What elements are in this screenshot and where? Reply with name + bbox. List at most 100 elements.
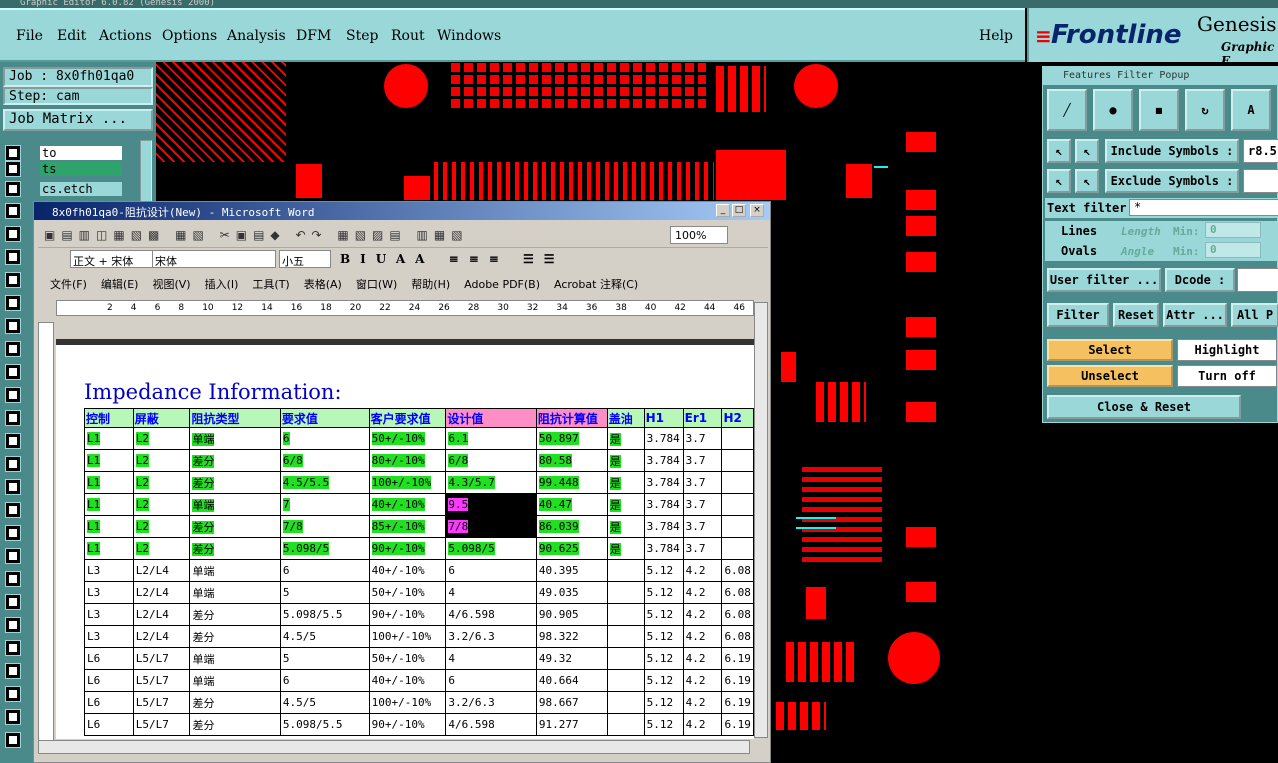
- table-cell[interactable]: 5.12: [643, 647, 684, 670]
- table-cell[interactable]: 3.2/6.3: [445, 625, 537, 648]
- table-cell[interactable]: L2: [132, 515, 191, 538]
- table-cell[interactable]: [721, 427, 754, 450]
- table-cell[interactable]: 7/8: [279, 515, 370, 538]
- table-cell[interactable]: [606, 581, 645, 604]
- table-cell[interactable]: 6.08: [721, 581, 754, 604]
- table-cell[interactable]: 4: [445, 647, 537, 670]
- table-cell[interactable]: 差分: [189, 603, 281, 626]
- table-cell[interactable]: 9.5: [445, 493, 537, 516]
- table-cell[interactable]: L2/L4: [132, 559, 191, 582]
- arrow-icon[interactable]: ↖: [1075, 169, 1099, 193]
- table-cell[interactable]: 是: [606, 515, 645, 538]
- maximize-icon[interactable]: □: [732, 204, 746, 217]
- dcode-input[interactable]: [1237, 268, 1278, 292]
- layer-checkbox[interactable]: [5, 709, 21, 725]
- table-cell[interactable]: L6: [84, 713, 134, 736]
- table-cell[interactable]: [606, 625, 645, 648]
- layer-checkbox[interactable]: [5, 640, 21, 656]
- table-cell[interactable]: L2/L4: [132, 581, 191, 604]
- table-cell[interactable]: 是: [606, 427, 645, 450]
- table-cell[interactable]: 差分: [189, 515, 281, 538]
- layer-checkbox[interactable]: [5, 479, 21, 495]
- table-cell[interactable]: 3.7: [682, 471, 723, 494]
- table-cell[interactable]: 4.2: [682, 625, 723, 648]
- word-menu-file[interactable]: 文件(F): [50, 276, 87, 292]
- table-cell[interactable]: 4.5/5.5: [279, 471, 370, 494]
- font-select[interactable]: 宋体: [152, 250, 276, 268]
- layer-checkbox[interactable]: [5, 341, 21, 357]
- table-cell[interactable]: 90+/-10%: [368, 713, 447, 736]
- table-cell[interactable]: 40+/-10%: [368, 559, 447, 582]
- pad-tool-icon[interactable]: ●: [1093, 89, 1133, 131]
- menu-windows[interactable]: Windows: [437, 28, 501, 44]
- table-cell[interactable]: 90+/-10%: [368, 537, 447, 560]
- layer-checkbox[interactable]: [5, 249, 21, 265]
- table-cell[interactable]: 5.098/5.5: [279, 713, 370, 736]
- format-toolbar[interactable]: BIUAA ≡≡≡ ☰☰: [340, 252, 565, 266]
- layer-checkbox[interactable]: [5, 410, 21, 426]
- layer-name[interactable]: ts: [40, 162, 122, 176]
- table-cell[interactable]: 3.784: [643, 515, 684, 538]
- layer-checkbox[interactable]: [5, 525, 21, 541]
- layer-checkbox[interactable]: [5, 364, 21, 380]
- line-tool-icon[interactable]: ╱: [1047, 89, 1087, 131]
- table-cell[interactable]: 6/8: [445, 449, 537, 472]
- word-menu-insert[interactable]: 插入(I): [205, 276, 239, 292]
- menu-edit[interactable]: Edit: [57, 28, 86, 44]
- table-cell[interactable]: 5.12: [643, 603, 684, 626]
- close-reset-button[interactable]: Close & Reset: [1047, 395, 1241, 419]
- table-cell[interactable]: 6: [445, 669, 537, 692]
- table-cell[interactable]: 5.12: [643, 559, 684, 582]
- arrow-icon[interactable]: ↖: [1075, 139, 1099, 163]
- table-cell[interactable]: 98.322: [535, 625, 608, 648]
- table-cell[interactable]: 40.664: [535, 669, 608, 692]
- table-cell[interactable]: 差分: [189, 713, 281, 736]
- word-menu-adobe-pdf[interactable]: Adobe PDF(B): [464, 278, 540, 291]
- table-cell[interactable]: 6/8: [279, 449, 370, 472]
- layer-checkbox[interactable]: [5, 617, 21, 633]
- select-button[interactable]: Select: [1047, 339, 1173, 361]
- table-cell[interactable]: 5.12: [643, 713, 684, 736]
- angle-min-input[interactable]: 0: [1205, 242, 1261, 258]
- layer-checkbox[interactable]: [5, 663, 21, 679]
- table-cell[interactable]: 3.7: [682, 427, 723, 450]
- table-cell[interactable]: 5.12: [643, 581, 684, 604]
- table-cell[interactable]: [606, 713, 645, 736]
- word-menu-window[interactable]: 窗口(W): [356, 276, 397, 292]
- horizontal-scrollbar[interactable]: [38, 740, 750, 754]
- table-cell[interactable]: 50+/-10%: [368, 647, 447, 670]
- menu-file[interactable]: File: [16, 28, 43, 44]
- table-cell[interactable]: 3.784: [643, 537, 684, 560]
- vertical-scrollbar[interactable]: [754, 302, 768, 738]
- surface-tool-icon[interactable]: ◼: [1139, 89, 1179, 131]
- job-matrix-button[interactable]: Job Matrix ...: [3, 109, 153, 131]
- table-cell[interactable]: 40+/-10%: [368, 669, 447, 692]
- layer-checkbox[interactable]: [5, 732, 21, 748]
- table-cell[interactable]: 差分: [189, 537, 281, 560]
- table-cell[interactable]: 是: [606, 537, 645, 560]
- table-cell[interactable]: 40+/-10%: [368, 493, 447, 516]
- table-cell[interactable]: 6.08: [721, 603, 754, 626]
- table-cell[interactable]: 4: [445, 581, 537, 604]
- table-cell[interactable]: 4.2: [682, 713, 723, 736]
- table-cell[interactable]: L2/L4: [132, 603, 191, 626]
- layer-checkbox[interactable]: [5, 161, 21, 177]
- word-menu-view[interactable]: 视图(V): [152, 276, 190, 292]
- table-cell[interactable]: L3: [84, 559, 134, 582]
- table-cell[interactable]: 单端: [189, 669, 281, 692]
- table-cell[interactable]: 5.12: [643, 625, 684, 648]
- table-cell[interactable]: L2: [132, 471, 191, 494]
- arc-tool-icon[interactable]: ↻: [1185, 89, 1225, 131]
- table-cell[interactable]: [721, 449, 754, 472]
- table-cell[interactable]: L1: [84, 515, 134, 538]
- table-cell[interactable]: 差分: [189, 471, 281, 494]
- close-icon[interactable]: ×: [750, 204, 764, 217]
- filter-toggle[interactable]: Filter: [1047, 303, 1109, 327]
- table-cell[interactable]: L5/L7: [132, 669, 191, 692]
- table-cell[interactable]: L2: [132, 449, 191, 472]
- table-cell[interactable]: [606, 669, 645, 692]
- table-cell[interactable]: 4.2: [682, 581, 723, 604]
- layer-name[interactable]: to: [40, 146, 122, 160]
- table-cell[interactable]: 3.2/6.3: [445, 691, 537, 714]
- word-menu-help[interactable]: 帮助(H): [411, 276, 450, 292]
